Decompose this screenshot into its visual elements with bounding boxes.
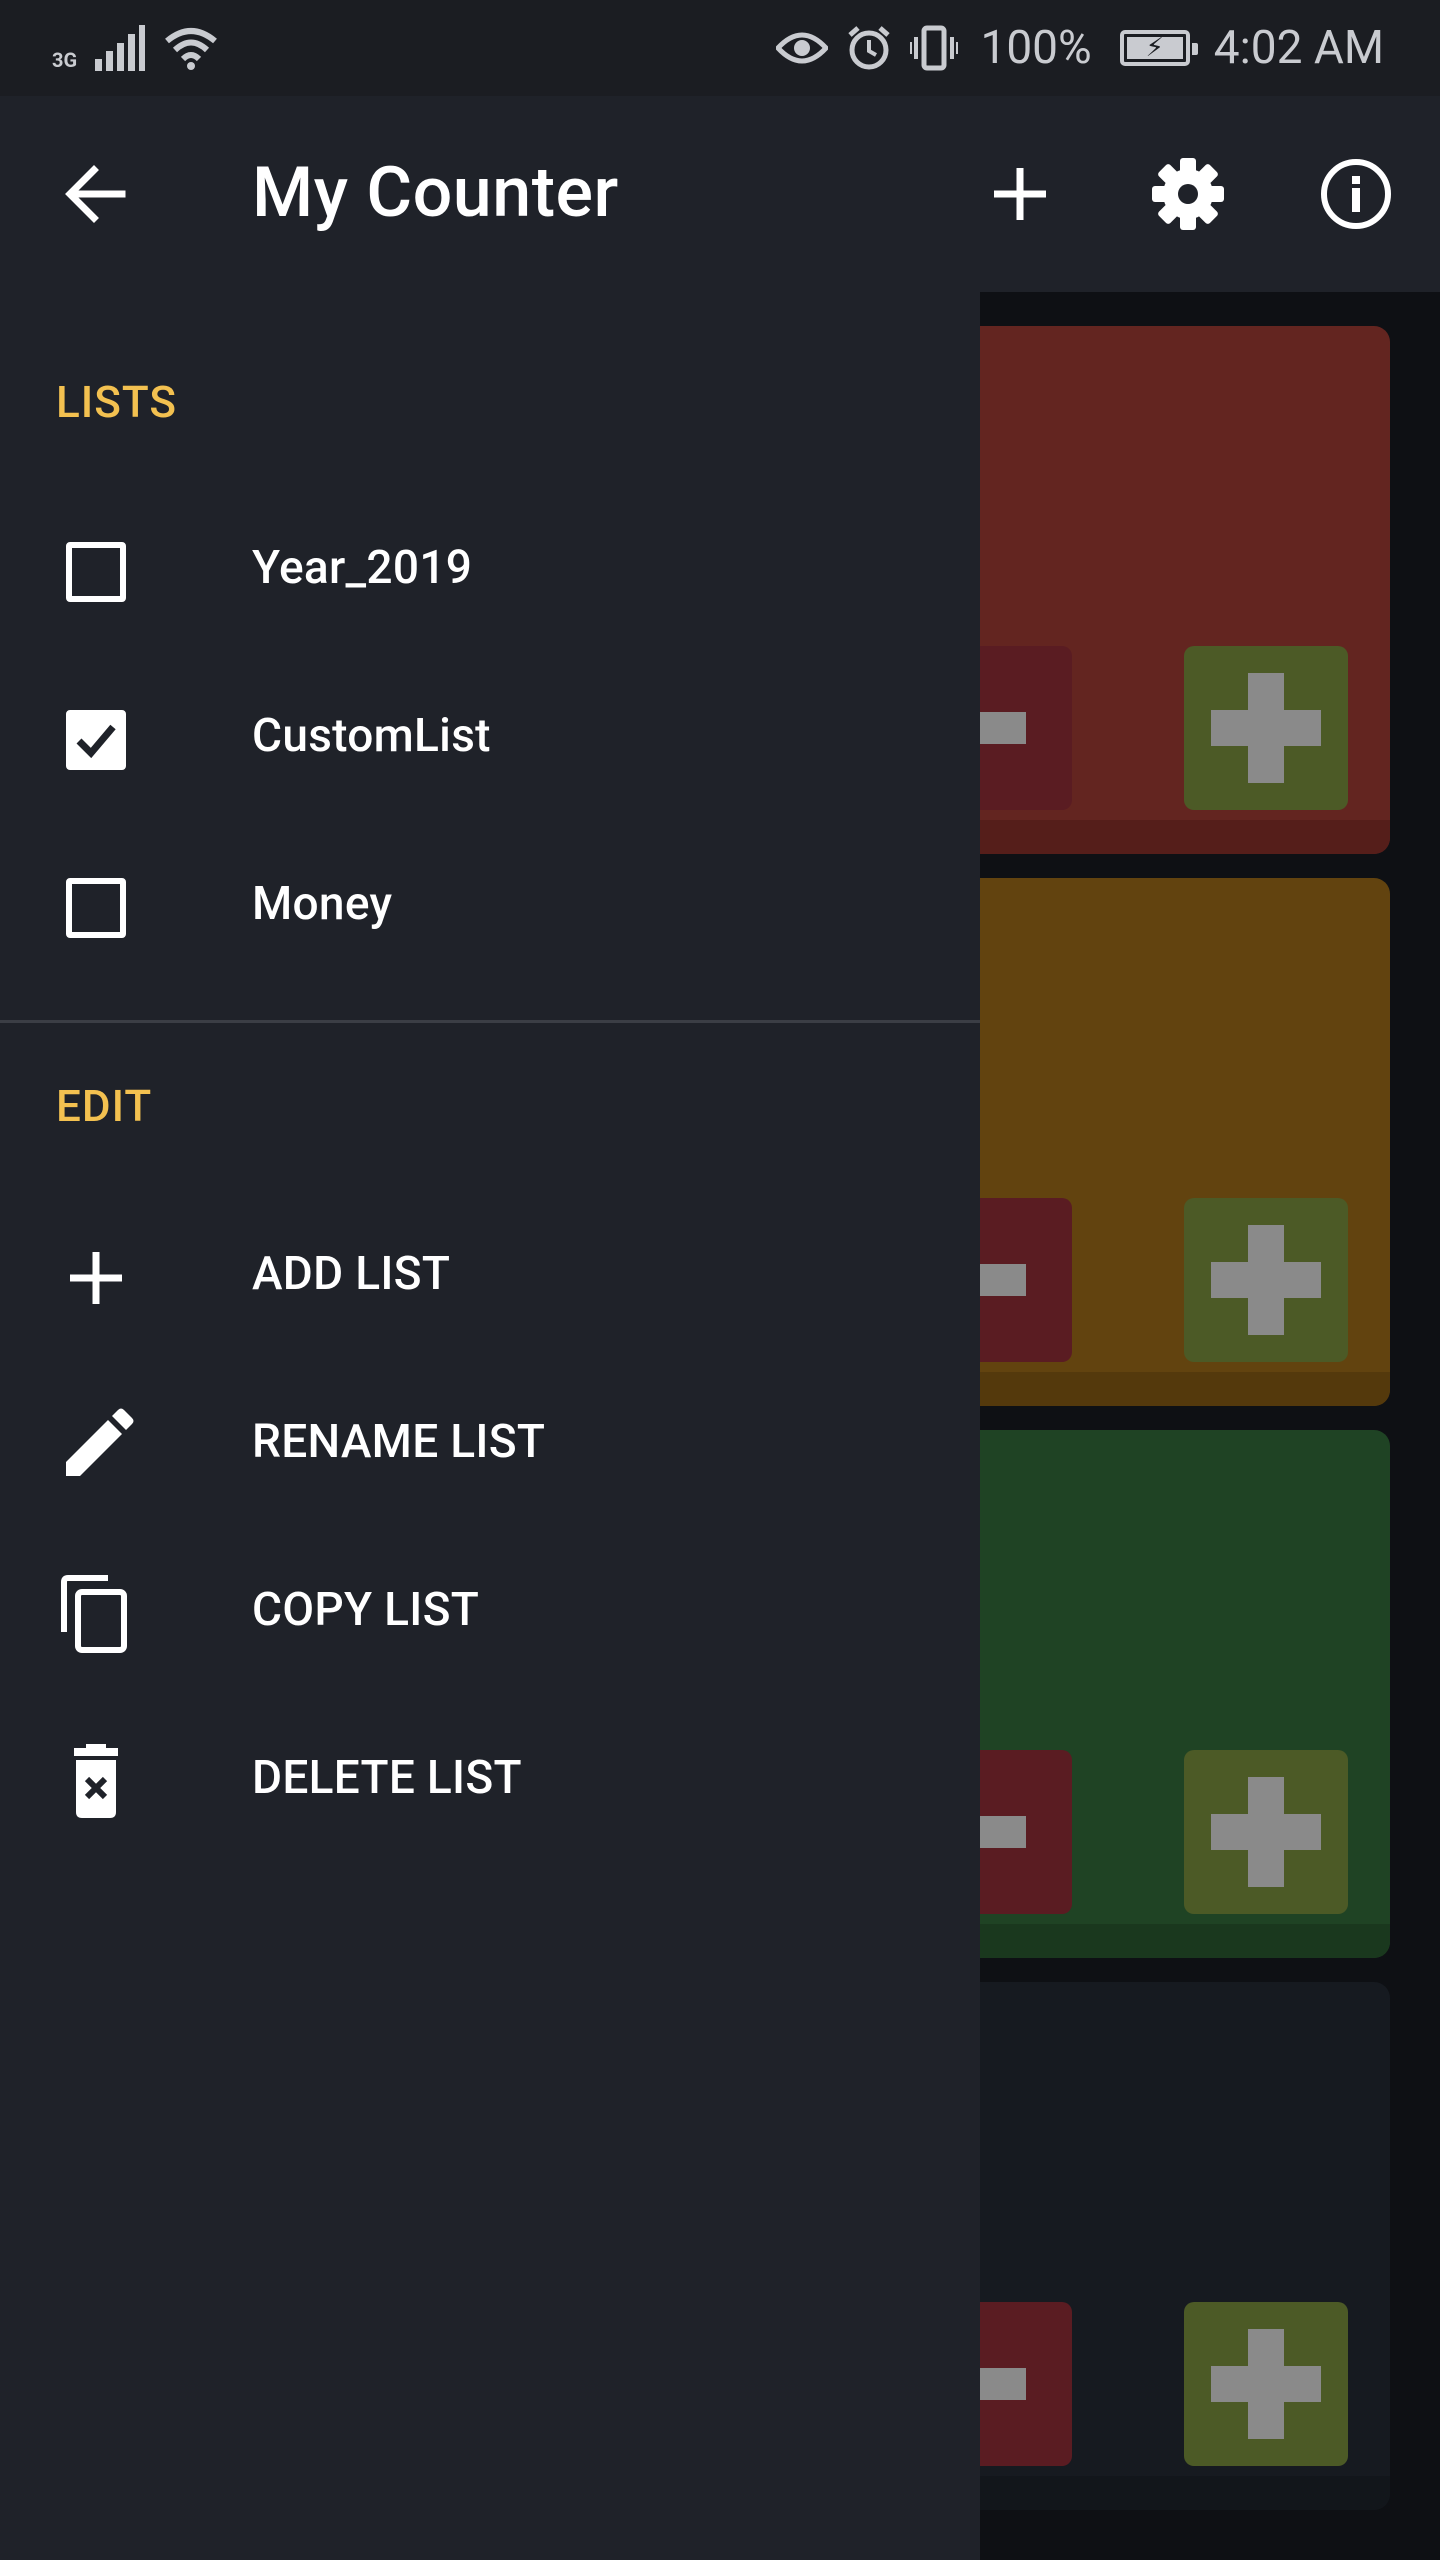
- vibrate-icon: [910, 25, 959, 71]
- list-item-label: CustomList: [252, 709, 491, 763]
- edit-section-header: EDIT: [56, 1080, 153, 1132]
- status-right: 100% ⚡ 4:02 AM: [776, 21, 1384, 75]
- increment-button[interactable]: [1184, 1198, 1348, 1362]
- plus-icon: [1211, 673, 1321, 783]
- pencil-icon: [56, 1406, 136, 1486]
- checkbox-unchecked-icon[interactable]: [56, 532, 136, 612]
- network-type: 3G: [52, 48, 78, 72]
- battery-percent: 100%: [980, 21, 1092, 75]
- page-title: My Counter: [252, 152, 619, 234]
- list-item-label: Money: [252, 877, 393, 931]
- plus-icon: [1211, 1225, 1321, 1335]
- list-item-label: Year_2019: [252, 541, 473, 595]
- cell-signal-icon: [95, 25, 146, 71]
- plus-icon: [1211, 2329, 1321, 2439]
- rename-list-label: RENAME LIST: [252, 1415, 546, 1469]
- info-icon[interactable]: [1316, 154, 1396, 234]
- increment-button[interactable]: [1184, 646, 1348, 810]
- clock: 4:02 AM: [1213, 21, 1384, 75]
- checkbox-checked-icon[interactable]: [56, 700, 136, 780]
- delete-list-item[interactable]: DELETE LIST: [0, 1708, 980, 1848]
- status-bar: 3G 100% ⚡ 4:02 AM: [0, 0, 1440, 96]
- rename-list-item[interactable]: RENAME LIST: [0, 1372, 980, 1512]
- eye-icon: [776, 28, 829, 68]
- settings-icon[interactable]: [1148, 154, 1228, 234]
- checkbox-unchecked-icon[interactable]: [56, 868, 136, 948]
- delete-icon: [56, 1742, 136, 1822]
- add-list-item[interactable]: ADD LIST: [0, 1204, 980, 1344]
- plus-icon: [56, 1238, 136, 1318]
- add-list-label: ADD LIST: [252, 1247, 451, 1301]
- navigation-drawer: LISTS Year_2019 CustomList Money EDIT AD…: [0, 292, 980, 2560]
- list-item-year-2019[interactable]: Year_2019: [0, 498, 980, 638]
- list-item-customlist[interactable]: CustomList: [0, 666, 980, 806]
- app-bar: My Counter: [0, 96, 1440, 292]
- plus-icon: [1211, 1777, 1321, 1887]
- increment-button[interactable]: [1184, 1750, 1348, 1914]
- section-divider: [0, 1020, 980, 1023]
- copy-list-item[interactable]: COPY LIST: [0, 1540, 980, 1680]
- increment-button[interactable]: [1184, 2302, 1348, 2466]
- delete-list-label: DELETE LIST: [252, 1751, 522, 1805]
- lists-section-header: LISTS: [56, 376, 177, 428]
- copy-list-label: COPY LIST: [252, 1583, 480, 1637]
- add-icon[interactable]: [980, 154, 1060, 234]
- back-arrow-icon[interactable]: [56, 154, 136, 234]
- wifi-icon: [163, 25, 219, 71]
- list-item-money[interactable]: Money: [0, 834, 980, 974]
- status-left: 3G: [52, 24, 219, 72]
- copy-icon: [56, 1574, 136, 1654]
- alarm-icon: [846, 25, 892, 71]
- battery-icon: ⚡: [1119, 30, 1198, 66]
